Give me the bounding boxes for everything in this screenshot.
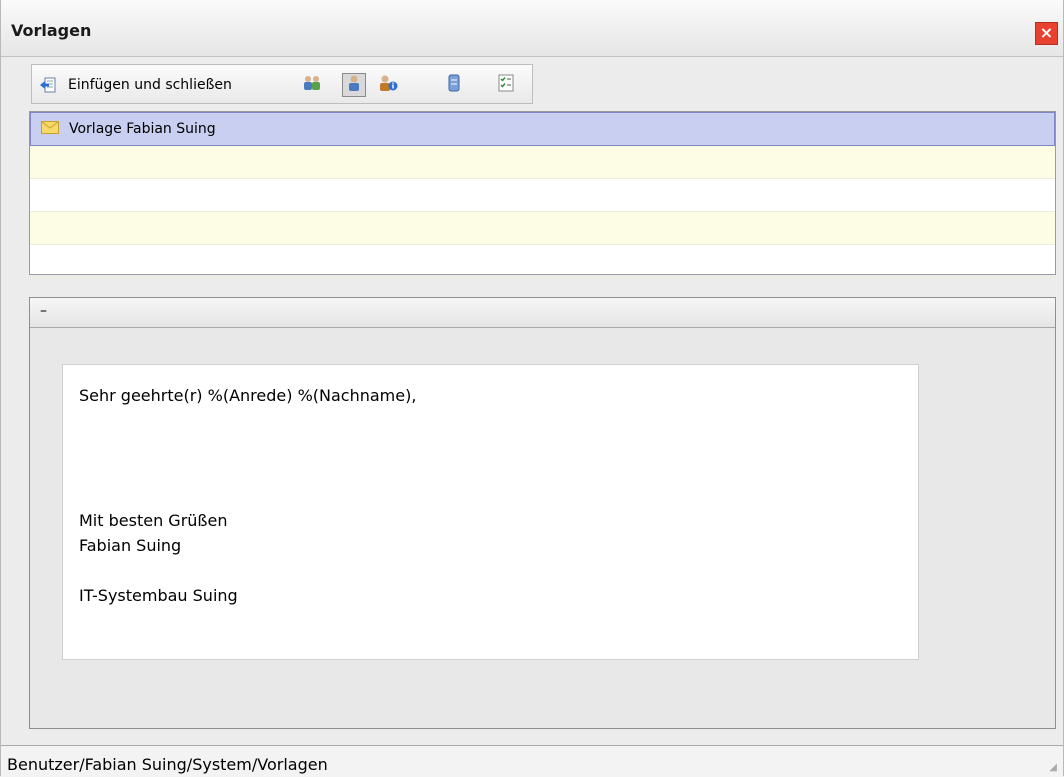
preview-name: Fabian Suing bbox=[79, 536, 182, 555]
checklist-button[interactable] bbox=[494, 73, 518, 97]
collapse-icon[interactable]: – bbox=[40, 303, 47, 319]
window-title: Vorlagen bbox=[11, 21, 92, 40]
preview-company: IT-Systembau Suing bbox=[79, 586, 238, 605]
template-preview: Sehr geehrte(r) %(Anrede) %(Nachname), M… bbox=[62, 364, 919, 660]
close-button[interactable]: × bbox=[1035, 22, 1058, 45]
toolbar: Einfügen und schließen bbox=[31, 64, 533, 104]
preview-greeting: Sehr geehrte(r) %(Anrede) %(Nachname), bbox=[79, 386, 417, 405]
preview-panel-header: – bbox=[30, 298, 1055, 328]
user-info-icon bbox=[378, 74, 398, 96]
title-bar: Vorlagen × bbox=[1, 0, 1063, 57]
user-icon bbox=[346, 74, 362, 96]
empty-row bbox=[30, 146, 1055, 179]
preview-closing: Mit besten Grüßen bbox=[79, 511, 228, 530]
insert-icon bbox=[38, 75, 58, 95]
template-list-item[interactable]: Vorlage Fabian Suing bbox=[30, 112, 1055, 146]
empty-row bbox=[30, 212, 1055, 245]
insert-and-close-label: Einfügen und schließen bbox=[68, 77, 232, 93]
empty-row bbox=[30, 179, 1055, 212]
preview-panel: – Sehr geehrte(r) %(Anrede) %(Nachname),… bbox=[29, 297, 1056, 729]
template-name: Vorlage Fabian Suing bbox=[69, 121, 216, 137]
empty-row bbox=[30, 245, 1055, 278]
users-button[interactable] bbox=[300, 73, 324, 97]
template-list: Vorlage Fabian Suing bbox=[29, 111, 1056, 278]
users-icon bbox=[302, 74, 322, 96]
status-bar: Benutzer/Fabian Suing/System/Vorlagen ◢ bbox=[1, 745, 1063, 777]
checklist-icon bbox=[498, 74, 514, 96]
resize-grip-icon[interactable]: ◢ bbox=[1049, 762, 1057, 773]
database-button[interactable] bbox=[442, 73, 466, 97]
database-icon bbox=[447, 74, 461, 96]
insert-and-close-button[interactable]: Einfügen und schließen bbox=[38, 73, 232, 97]
user-info-button[interactable] bbox=[376, 73, 400, 97]
status-path: Benutzer/Fabian Suing/System/Vorlagen bbox=[7, 755, 328, 774]
envelope-icon bbox=[41, 120, 59, 138]
user-button[interactable] bbox=[342, 73, 366, 97]
templates-window: Vorlagen × Einfügen und schließen Vorlag… bbox=[0, 0, 1064, 777]
